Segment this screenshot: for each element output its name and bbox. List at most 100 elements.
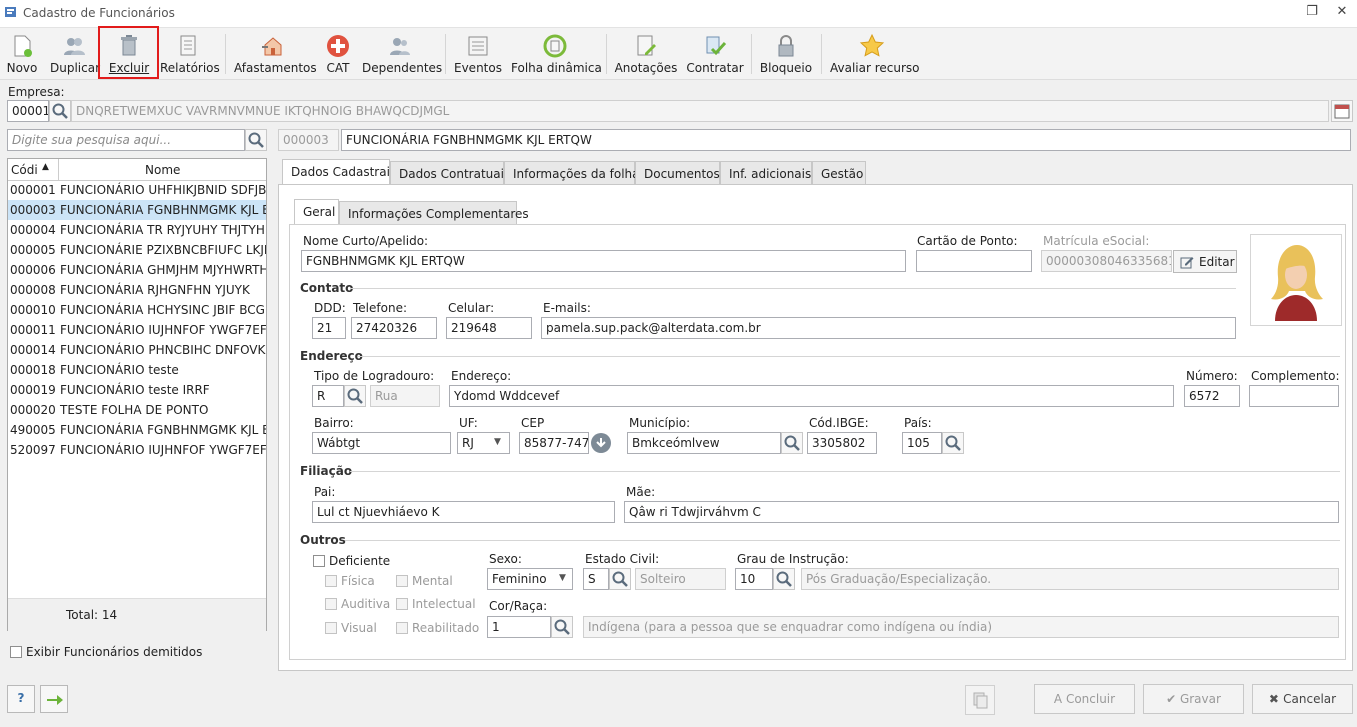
deficiente-checkbox[interactable] — [313, 555, 325, 567]
ddd-field[interactable]: 21 — [312, 317, 346, 339]
toolbar-separator — [445, 34, 446, 74]
numero-field[interactable]: 6572 — [1184, 385, 1240, 407]
window-title: Cadastro de Funcionários — [23, 6, 175, 20]
copy-button[interactable] — [965, 685, 995, 715]
mae-field[interactable]: Qâw ri Tdwjirváhvm C — [624, 501, 1339, 523]
duplicate-button[interactable]: Duplicar — [50, 30, 100, 76]
auditiva-checkbox[interactable] — [325, 598, 337, 610]
pai-field[interactable]: Lul ct Njuevhiáevo K — [312, 501, 615, 523]
cor-raca-search-button[interactable] — [551, 616, 573, 638]
uf-select[interactable]: RJ — [457, 432, 510, 454]
import-button[interactable] — [40, 685, 68, 713]
list-item[interactable]: 000011 FUNCIONÁRIO IUJHNFOF YWGF7EFH V — [8, 320, 266, 340]
list-item[interactable]: 000010 FUNCIONÁRIA HCHYSINC JBIF BCGDT — [8, 300, 266, 320]
hire-button[interactable]: Contratar — [686, 30, 744, 76]
row-code: 000014 — [10, 343, 56, 357]
tab-dados-contratuais[interactable]: Dados Contratuais — [390, 161, 510, 185]
list-item-selected[interactable]: 000003 FUNCIONÁRIA FGNBHNMGMK KJL ERT — [8, 200, 266, 220]
grau-instrucao-field[interactable]: 10 — [735, 568, 773, 590]
list-item[interactable]: 000014 FUNCIONÁRIO PHNCBIHC DNFOVK — [8, 340, 266, 360]
subtab-info-complementares[interactable]: Informações Complementares — [339, 201, 529, 225]
intelectual-checkbox[interactable] — [396, 598, 408, 610]
cancelar-button[interactable]: ✖ Cancelar — [1252, 684, 1353, 714]
events-button[interactable]: Eventos — [454, 30, 502, 76]
complemento-field[interactable] — [1249, 385, 1339, 407]
calendar-button[interactable] — [1331, 100, 1353, 122]
cat-button[interactable]: CAT — [321, 30, 355, 76]
mental-checkbox[interactable] — [396, 575, 408, 587]
dependents-button[interactable]: Dependentes — [362, 30, 442, 76]
list-item[interactable]: 000004 FUNCIONÁRIA TR RYJYUHY THJTYHRV — [8, 220, 266, 240]
help-button[interactable]: ? — [7, 685, 35, 713]
list-item[interactable]: 520097 FUNCIONÁRIO IUJHNFOF YWGF7EFH V — [8, 440, 266, 460]
tab-gestao[interactable]: Gestão — [812, 161, 866, 185]
restore-icon[interactable]: ❐ — [1302, 4, 1322, 22]
dynamic-sheet-button[interactable]: Folha dinâmica — [511, 30, 602, 76]
estado-civil-field[interactable]: S — [583, 568, 609, 590]
list-item[interactable]: 000008 FUNCIONÁRIA RJHGNFHN YJUYK — [8, 280, 266, 300]
list-item[interactable]: 000005 FUNCIONÁRIE PZIXBNCBFIUFC LKJBNF — [8, 240, 266, 260]
fisica-checkbox[interactable] — [325, 575, 337, 587]
tab-inf-adicionais[interactable]: Inf. adicionais — [720, 161, 812, 185]
gravar-button[interactable]: ✔ Gravar — [1143, 684, 1244, 714]
visual-checkbox[interactable] — [325, 622, 337, 634]
new-button[interactable]: Novo — [4, 30, 40, 76]
search-button[interactable] — [245, 129, 267, 151]
hire-check-icon — [706, 36, 727, 56]
reabilitado-checkbox[interactable] — [396, 622, 408, 634]
list-item[interactable]: 490005 FUNCIONÁRIA FGNBHNMGMK KJL ERT — [8, 420, 266, 440]
municipio-search-button[interactable] — [781, 432, 803, 454]
sexo-label: Sexo: — [489, 552, 522, 566]
uf-label: UF: — [459, 416, 478, 430]
notes-button[interactable]: Anotações — [614, 30, 678, 76]
list-item[interactable]: 000001 FUNCIONÁRIO UHFHIKJBNID SDFJBSF — [8, 180, 266, 200]
tab-informacoes-folha[interactable]: Informações da folha — [504, 161, 640, 185]
evaluate-button[interactable]: Avaliar recurso — [830, 30, 920, 76]
search-icon — [776, 571, 792, 587]
telefone-field[interactable]: 27420326 — [351, 317, 437, 339]
bairro-field[interactable]: Wábtgt — [312, 432, 451, 454]
cartao-ponto-field[interactable] — [916, 250, 1032, 272]
list-item[interactable]: 000019 FUNCIONÁRIO teste IRRF — [8, 380, 266, 400]
cor-raca-field[interactable]: 1 — [487, 616, 551, 638]
emails-field[interactable]: pamela.sup.pack@alterdata.com.br — [541, 317, 1236, 339]
code-column-header[interactable]: Códi — [11, 163, 38, 177]
tab-documentos[interactable]: Documentos — [635, 161, 720, 185]
search-input[interactable]: Digite sua pesquisa aqui... — [7, 129, 245, 151]
cep-field[interactable]: 85877-747 — [519, 432, 589, 454]
show-dismissed-checkbox[interactable] — [10, 646, 22, 658]
pais-search-button[interactable] — [942, 432, 964, 454]
tipo-logradouro-search-button[interactable] — [344, 385, 366, 407]
row-name: FUNCIONÁRIA GHMJHM MJYHWRTHF — [60, 263, 266, 277]
tipo-logradouro-field[interactable]: R — [312, 385, 344, 407]
leaves-button[interactable]: Afastamentos — [234, 30, 317, 76]
empresa-code-field[interactable]: 00001 — [7, 100, 49, 122]
cod-ibge-field[interactable]: 3305802 — [807, 432, 877, 454]
editar-button[interactable]: Editar — [1173, 250, 1237, 273]
municipio-label: Município: — [629, 416, 691, 430]
endereco-field[interactable]: Ydomd Wddcevef — [449, 385, 1174, 407]
list-item[interactable]: 000020 TESTE FOLHA DE PONTO — [8, 400, 266, 420]
list-item[interactable]: 000006 FUNCIONÁRIA GHMJHM MJYHWRTHF — [8, 260, 266, 280]
celular-field[interactable]: 219648 — [446, 317, 532, 339]
dependents-icon — [390, 38, 410, 55]
close-icon[interactable]: ✕ — [1332, 4, 1352, 22]
employee-name-field[interactable]: FUNCIONÁRIA FGNBHNMGMK KJL ERTQW — [341, 129, 1351, 151]
concluir-button[interactable]: A Concluir — [1034, 684, 1135, 714]
estado-civil-search-button[interactable] — [609, 568, 631, 590]
cep-lookup-button[interactable] — [591, 433, 611, 453]
grau-instrucao-search-button[interactable] — [773, 568, 795, 590]
nome-curto-field[interactable]: FGNBHNMGMK KJL ERTQW — [301, 250, 906, 272]
empresa-search-button[interactable] — [49, 100, 71, 122]
municipio-field[interactable]: Bmkceómlvew — [627, 432, 781, 454]
list-item[interactable]: 000018 FUNCIONÁRIO teste — [8, 360, 266, 380]
pais-field[interactable]: 105 — [902, 432, 942, 454]
reports-button[interactable]: Relatórios — [160, 30, 220, 76]
subtab-geral[interactable]: Geral — [294, 199, 339, 225]
name-column-header[interactable]: Nome — [145, 163, 180, 177]
search-icon — [612, 571, 628, 587]
block-button[interactable]: Bloqueio — [759, 30, 813, 76]
tab-dados-cadastrais[interactable]: Dados Cadastrais — [282, 159, 396, 185]
filiacao-section-title: Filiação — [300, 464, 353, 478]
employee-photo[interactable] — [1250, 234, 1342, 326]
